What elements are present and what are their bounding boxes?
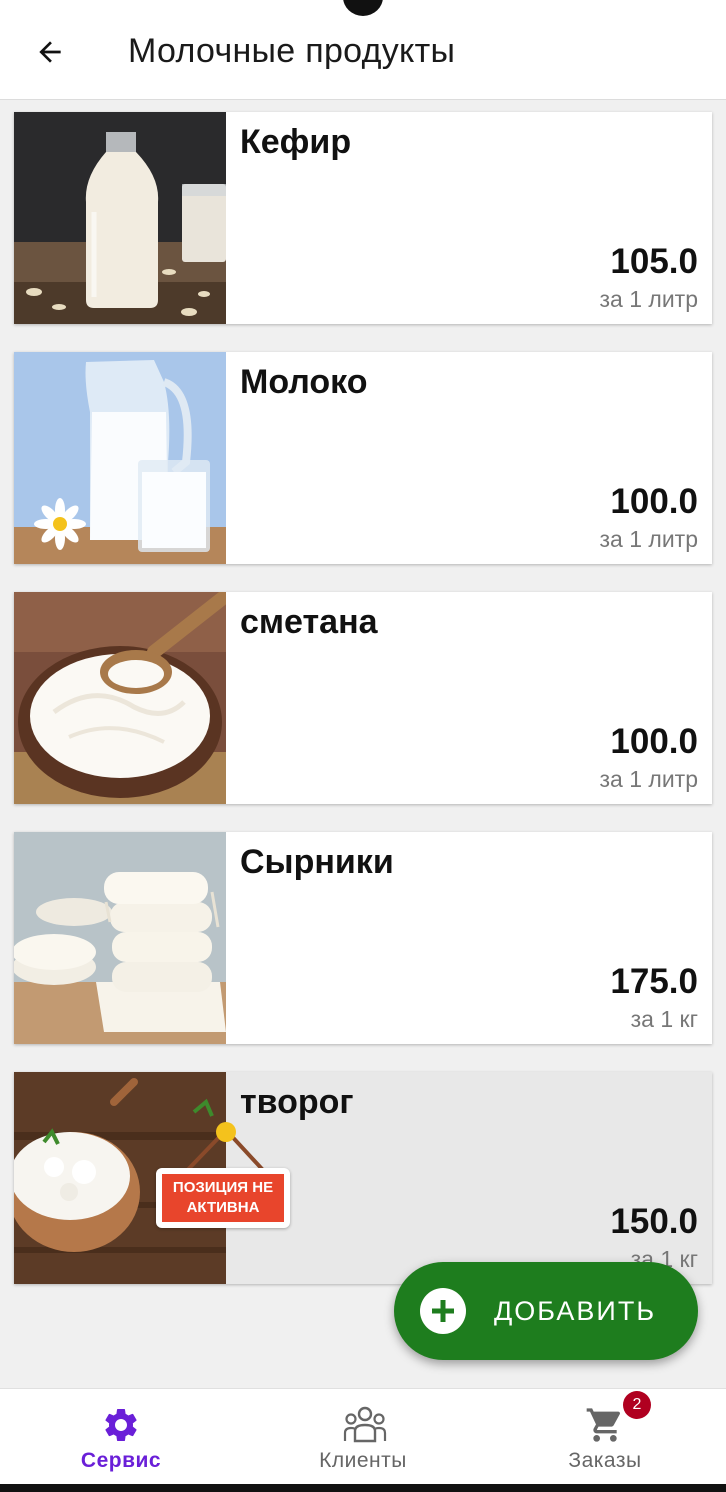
- product-name: творог: [240, 1083, 354, 1121]
- product-card-sour-cream[interactable]: сметана 100.0 за 1 литр: [14, 592, 712, 804]
- product-unit: за 1 литр: [599, 766, 698, 792]
- add-button-label: ДОБАВИТЬ: [494, 1296, 657, 1326]
- back-button[interactable]: [28, 30, 72, 74]
- people-icon: [343, 1405, 387, 1445]
- kefir-bottle-photo: [14, 112, 226, 324]
- inactive-badge-label: ПОЗИЦИЯ НЕ АКТИВНА: [162, 1174, 284, 1222]
- product-price: 175.0: [610, 962, 698, 1001]
- product-price: 150.0: [610, 1202, 698, 1241]
- product-name: сметана: [240, 603, 378, 641]
- product-price: 100.0: [610, 722, 698, 761]
- sour-cream-bowl-photo: [14, 592, 226, 804]
- nav-item-clients[interactable]: Клиенты: [242, 1389, 484, 1485]
- plus-icon: [420, 1288, 466, 1334]
- cart-icon: 2: [585, 1391, 651, 1445]
- page-title: Молочные продукты: [128, 32, 456, 70]
- nav-item-service[interactable]: Сервис: [0, 1389, 242, 1485]
- bottom-nav: Сервис Клиенты 2 Заказы: [0, 1388, 726, 1484]
- cottage-cheese-pancakes-photo: [14, 832, 226, 1044]
- nav-label-service: Сервис: [80, 1449, 162, 1472]
- nav-item-orders[interactable]: 2 Заказы: [484, 1389, 726, 1485]
- arrow-left-icon: [39, 41, 61, 63]
- product-unit: за 1 литр: [599, 286, 698, 312]
- gear-icon: [101, 1405, 141, 1445]
- product-price: 105.0: [610, 242, 698, 281]
- inactive-badge: ПОЗИЦИЯ НЕ АКТИВНА: [156, 1168, 290, 1228]
- product-unit: за 1 кг: [630, 1006, 698, 1032]
- cart-count-badge: 2: [623, 1391, 651, 1419]
- product-card-tvorog[interactable]: ПОЗИЦИЯ НЕ АКТИВНА творог 150.0 за 1 кг: [14, 1072, 712, 1284]
- milk-jug-photo: [14, 352, 226, 564]
- product-name: Сырники: [240, 843, 394, 881]
- product-card-milk[interactable]: Молоко 100.0 за 1 литр: [14, 352, 712, 564]
- nav-label-orders: Заказы: [568, 1449, 642, 1472]
- product-list: Кефир 105.0 за 1 литр Молоко 100.0 за 1 …: [14, 112, 712, 1312]
- product-card-kefir[interactable]: Кефир 105.0 за 1 литр: [14, 112, 712, 324]
- nav-label-clients: Клиенты: [319, 1449, 407, 1472]
- product-price: 100.0: [610, 482, 698, 521]
- product-name: Кефир: [240, 123, 352, 161]
- add-button[interactable]: ДОБАВИТЬ: [394, 1262, 698, 1360]
- system-nav-bar: [0, 1484, 726, 1492]
- product-card-syrniki[interactable]: Сырники 175.0 за 1 кг: [14, 832, 712, 1044]
- product-name: Молоко: [240, 363, 368, 401]
- product-unit: за 1 литр: [599, 526, 698, 552]
